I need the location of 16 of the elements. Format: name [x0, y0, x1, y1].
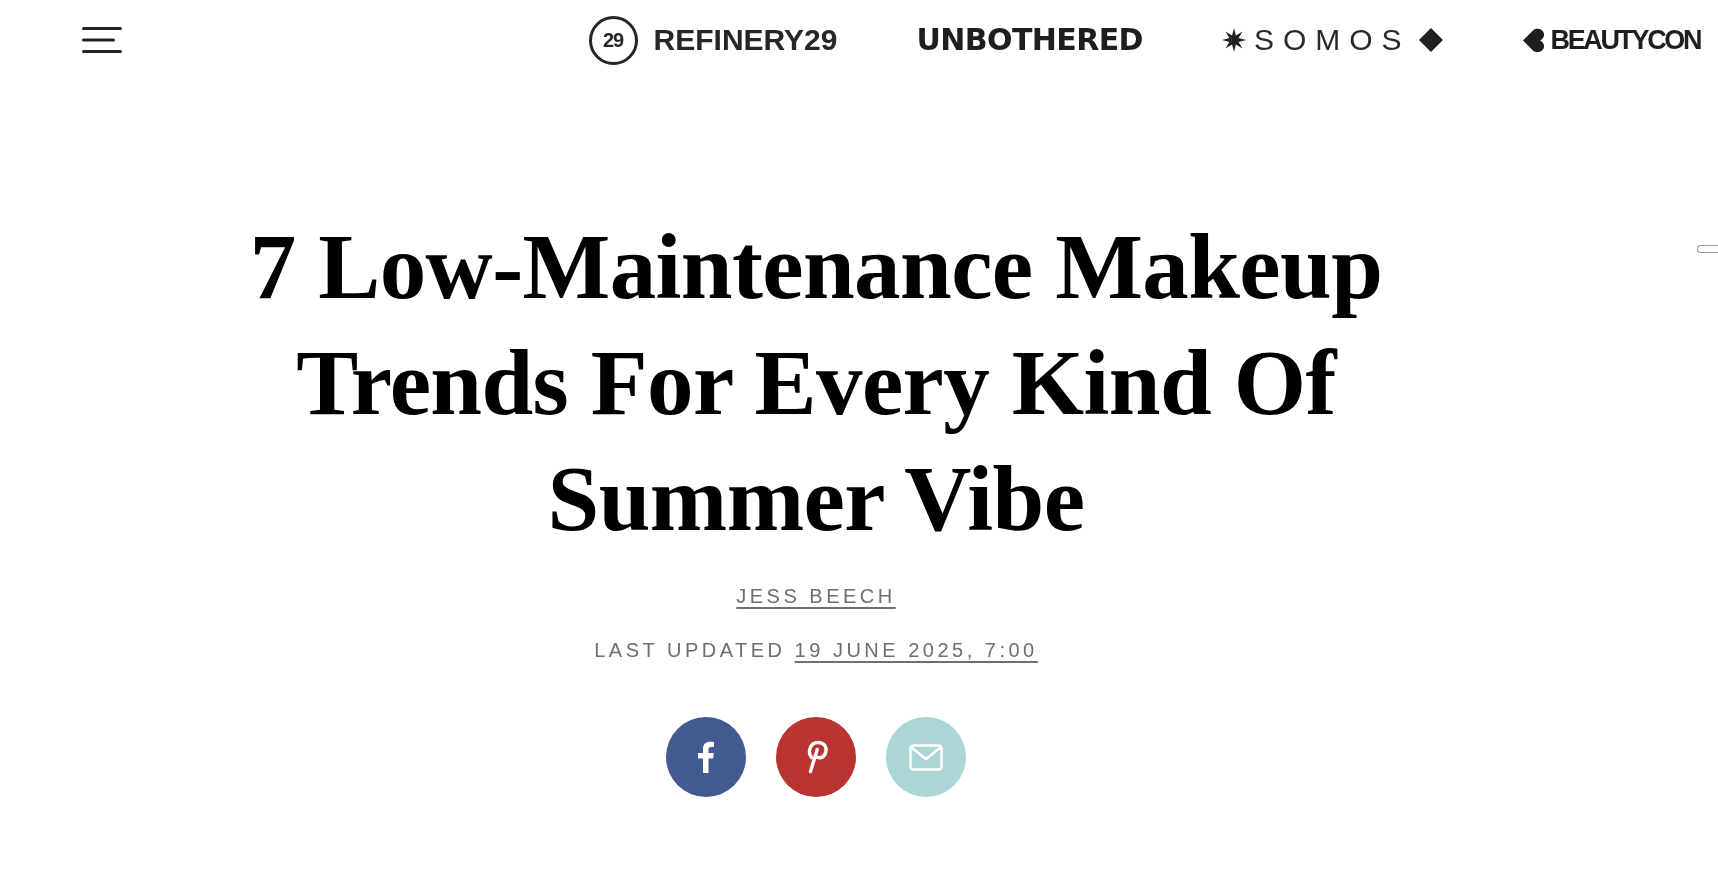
menu-button[interactable] — [82, 27, 122, 53]
brand-link[interactable]: 29 REFINERY29 — [588, 15, 838, 65]
article-title: 7 Low-Maintenance Makeup Trends For Every Kind Of Summer Vibe — [248, 214, 1384, 552]
brand-link[interactable]: SOMOS — [1221, 25, 1443, 55]
author-link[interactable]: JESS BEECH — [736, 584, 896, 608]
date-link[interactable]: 19 JUNE 2025, 7:00 — [794, 639, 1038, 661]
facebook-icon — [698, 741, 714, 773]
brand-link[interactable]: BEAUTYCON — [1521, 26, 1700, 54]
heart-icon — [1521, 27, 1545, 53]
menu-icon — [82, 27, 122, 53]
logo-monogram: 29 — [588, 15, 638, 65]
star-icon — [1221, 28, 1246, 52]
mail-icon — [909, 743, 943, 771]
diamond-icon — [1418, 28, 1443, 52]
updated-label: LAST UPDATED — [594, 639, 786, 661]
brand-link[interactable]: UNBOTHERED — [916, 25, 1143, 55]
